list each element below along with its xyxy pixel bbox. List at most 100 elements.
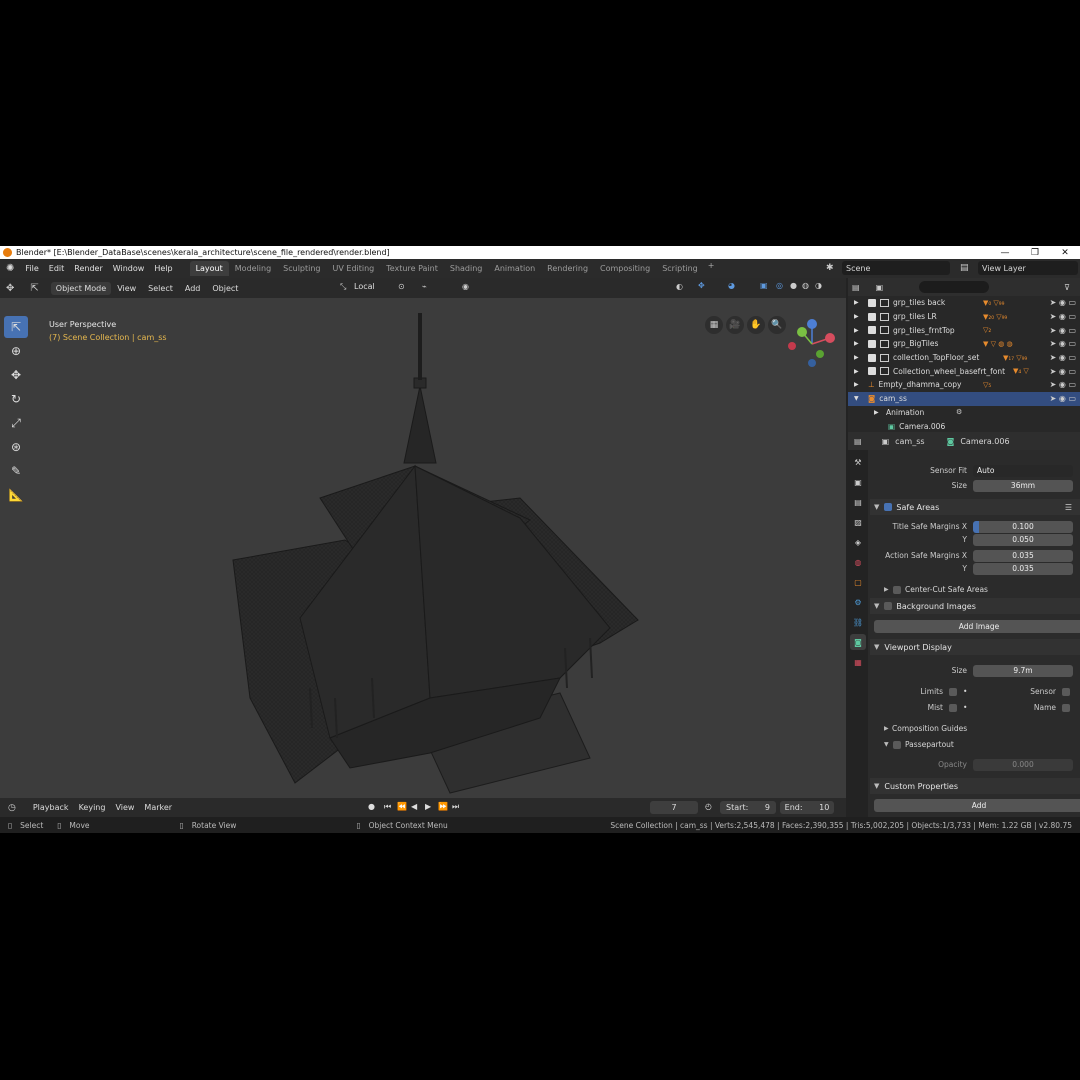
custom-properties-panel[interactable]: ▼ Custom Properties	[870, 778, 1080, 794]
outliner-row[interactable]: ▶ grp_tiles_frntTop ▽₂ ➤ ◉ ▭	[848, 323, 1080, 337]
outliner-row[interactable]: ▶ grp_tiles back ▼₀ ▽₉₉ ➤ ◉ ▭	[848, 296, 1080, 310]
panel-collapse-icon[interactable]: ▼	[874, 602, 879, 610]
add-workspace-icon[interactable]: +	[708, 261, 715, 276]
safe-areas-checkbox[interactable]	[884, 503, 893, 511]
modifier-properties-icon[interactable]: ⚙	[850, 594, 866, 610]
menu-render[interactable]: Render	[74, 264, 102, 273]
solid-shading-icon[interactable]: ●	[790, 281, 797, 290]
menu-help[interactable]: Help	[154, 264, 172, 273]
transform-tool-icon[interactable]: ⊛	[4, 436, 28, 458]
properties-editor-icon[interactable]: ▤	[854, 437, 862, 446]
camera-data-properties-icon[interactable]: ◙	[850, 634, 866, 650]
jump-keyframe-forward-icon[interactable]: ⏩	[438, 802, 448, 811]
maximize-button[interactable]: ❐	[1020, 248, 1050, 258]
snap-icon[interactable]: ⌁	[422, 282, 427, 291]
menu-object[interactable]: Object	[206, 282, 244, 295]
tool-properties-icon[interactable]: ⚒	[850, 454, 866, 470]
record-icon[interactable]: ●	[368, 802, 375, 811]
menu-edit[interactable]: Edit	[49, 264, 65, 273]
select-tool-icon[interactable]: ⇱	[4, 316, 28, 338]
expand-arrow-icon[interactable]: ▶	[874, 409, 879, 416]
name-checkbox[interactable]	[1062, 704, 1070, 712]
title-safe-y-field[interactable]: 0.050	[973, 534, 1073, 546]
scale-tool-icon[interactable]: ⤢	[4, 412, 28, 434]
expand-arrow-icon[interactable]: ▶	[854, 354, 859, 361]
title-safe-x-field[interactable]: 0.100	[973, 521, 1073, 533]
action-safe-x-field[interactable]: 0.035	[973, 550, 1073, 562]
start-frame-field[interactable]: Start: 9	[720, 801, 776, 814]
constraint-properties-icon[interactable]: ⛓	[850, 614, 866, 630]
subpanel-expand-icon[interactable]: ▶	[884, 725, 889, 732]
exclude-checkbox[interactable]	[868, 298, 876, 307]
outliner-search-input[interactable]	[919, 281, 990, 293]
outliner-editor-icon[interactable]: ▤	[852, 283, 860, 292]
visibility-eye-icon[interactable]: ➤ ◉ ▭	[1050, 326, 1076, 335]
rotate-tool-icon[interactable]: ↻	[4, 388, 28, 410]
texture-properties-icon[interactable]: ▦	[850, 654, 866, 670]
tab-layout[interactable]: Layout	[189, 261, 229, 276]
visibility-eye-icon[interactable]: ➤ ◉ ▭	[1050, 312, 1076, 321]
output-properties-icon[interactable]: ▤	[850, 494, 866, 510]
opacity-field[interactable]: 0.000	[973, 759, 1073, 771]
play-reverse-icon[interactable]: ◀	[411, 802, 417, 811]
orientation-dropdown[interactable]: Local	[348, 280, 381, 293]
passepartout-checkbox[interactable]	[893, 741, 901, 749]
tab-scripting[interactable]: Scripting	[656, 261, 704, 276]
menu-window[interactable]: Window	[113, 264, 145, 273]
3d-viewport[interactable]: User Perspective (7) Scene Collection | …	[0, 298, 846, 798]
editor-type-icon[interactable]: ✥	[6, 283, 14, 294]
limits-checkbox[interactable]	[949, 688, 957, 696]
passepartout-row[interactable]: ▼ Passepartout	[870, 738, 1080, 752]
display-mode-icon[interactable]: ▣	[876, 283, 884, 292]
action-safe-y-field[interactable]: 0.035	[973, 563, 1073, 575]
outliner-row[interactable]: ▶ ⊥ Empty_dhamma_copy ▽₅ ➤ ◉ ▭	[848, 378, 1080, 392]
expand-arrow-icon[interactable]: ▶	[854, 313, 859, 320]
expand-arrow-icon[interactable]: ▶	[854, 381, 859, 388]
subpanel-collapse-icon[interactable]: ▼	[884, 741, 889, 748]
tab-sculpting[interactable]: Sculpting	[277, 261, 326, 276]
exclude-checkbox[interactable]	[868, 339, 876, 348]
object-mode-dropdown[interactable]: Object Mode	[50, 281, 112, 295]
menu-timeline-view[interactable]: View	[110, 803, 139, 812]
pan-view-icon[interactable]: ✋	[747, 316, 765, 334]
proportional-edit-icon[interactable]: ◉	[462, 282, 469, 291]
expand-arrow-icon[interactable]: ▶	[854, 327, 859, 334]
visibility-eye-icon[interactable]: ➤ ◉ ▭	[1050, 380, 1076, 389]
wireframe-shading-icon[interactable]: ◎	[776, 281, 783, 290]
menu-add[interactable]: Add	[179, 282, 207, 295]
menu-view[interactable]: View	[111, 282, 142, 295]
tab-animation[interactable]: Animation	[488, 261, 541, 276]
menu-select[interactable]: Select	[142, 282, 179, 295]
render-properties-icon[interactable]: ▣	[850, 474, 866, 490]
expand-arrow-icon[interactable]: ▶	[854, 368, 859, 375]
tab-modeling[interactable]: Modeling	[229, 261, 277, 276]
background-images-panel[interactable]: ▼ Background Images	[870, 598, 1080, 614]
center-cut-row[interactable]: ▶ Center-Cut Safe Areas	[870, 583, 1080, 597]
visibility-eye-icon[interactable]: ➤ ◉ ▭	[1050, 339, 1076, 348]
expand-arrow-icon[interactable]: ▶	[854, 299, 859, 306]
material-shading-icon[interactable]: ◍	[802, 281, 809, 290]
sensor-checkbox[interactable]	[1062, 688, 1070, 696]
outliner-row[interactable]: ▶ grp_BigTiles ▼ ▽ ◍ ◍ ➤ ◉ ▭	[848, 337, 1080, 351]
visibility-icon[interactable]: ◐	[676, 282, 683, 291]
exclude-checkbox[interactable]	[868, 353, 876, 362]
viewport-display-panel[interactable]: ▼ Viewport Display	[870, 639, 1080, 655]
timeline-editor-icon[interactable]: ◷	[8, 803, 16, 813]
tab-rendering[interactable]: Rendering	[541, 261, 594, 276]
exclude-checkbox[interactable]	[868, 326, 876, 335]
expand-arrow-icon[interactable]: ▶	[854, 340, 859, 347]
exclude-checkbox[interactable]	[868, 367, 876, 376]
visibility-eye-icon[interactable]: ➤ ◉ ▭	[1050, 353, 1076, 362]
composition-guides-row[interactable]: ▶ Composition Guides	[870, 722, 1080, 736]
minimize-button[interactable]: —	[990, 248, 1020, 258]
outliner-row[interactable]: ▶ collection_TopFloor_set ▼₁₇ ▽₉₉ ➤ ◉ ▭	[848, 351, 1080, 365]
timer-icon[interactable]: ◴	[705, 802, 712, 811]
close-button[interactable]: ✕	[1050, 248, 1080, 258]
exclude-checkbox[interactable]	[868, 312, 876, 321]
outliner-row[interactable]: ▣ Camera.006	[848, 419, 1080, 432]
collapse-arrow-icon[interactable]: ▼	[854, 395, 859, 402]
navigation-gizmo[interactable]	[782, 316, 842, 372]
menu-keying[interactable]: Keying	[74, 803, 111, 812]
scene-properties-icon[interactable]: ◈	[850, 534, 866, 550]
measure-tool-icon[interactable]: 📐	[4, 484, 28, 506]
